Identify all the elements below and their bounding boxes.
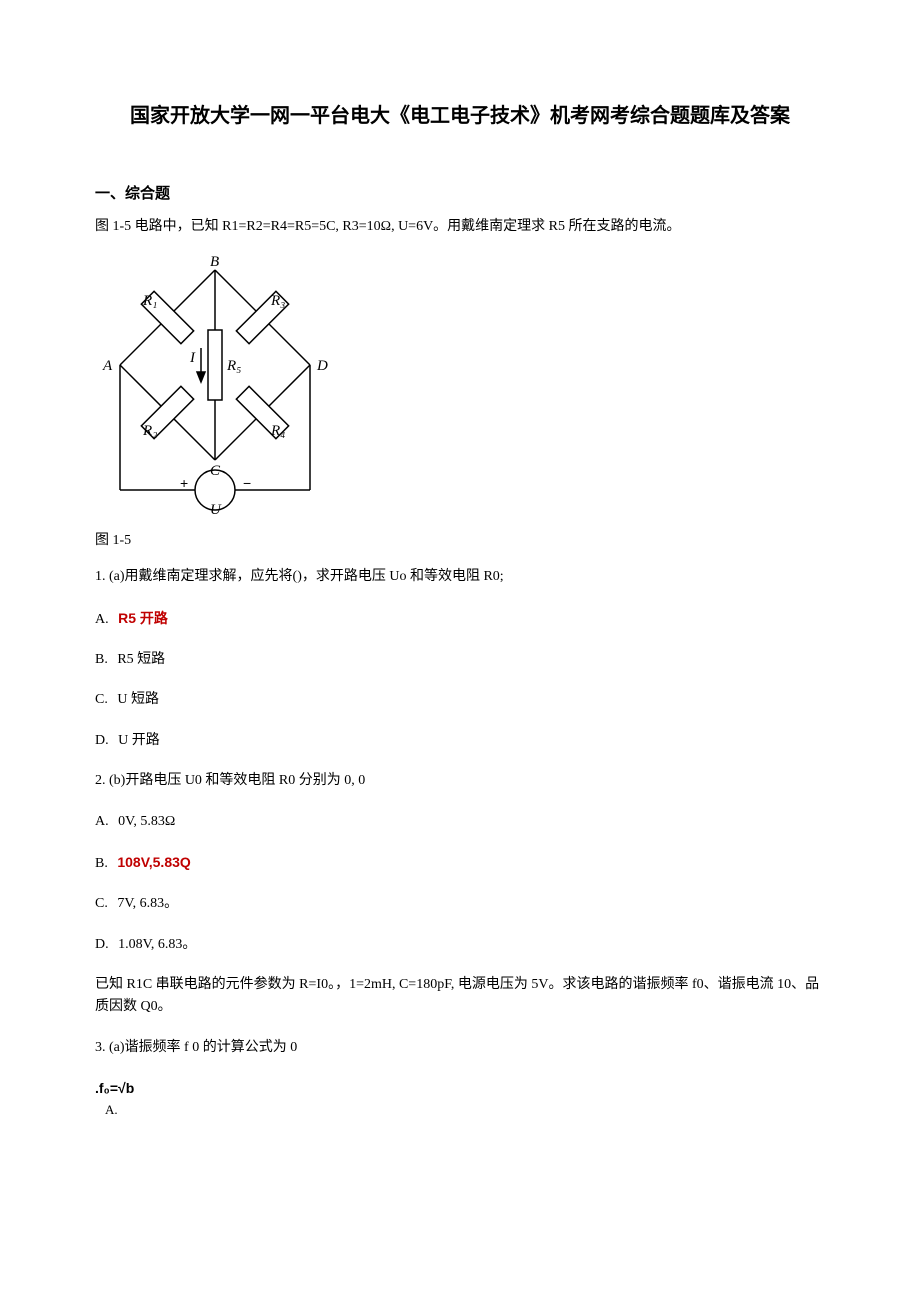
q3-option-a-label: A. [105, 1100, 825, 1121]
option-text: U 短路 [117, 692, 159, 707]
question-3: 3. (a)谐振频率 f 0 的计算公式为 0 .f₀=√b A. [95, 1037, 825, 1121]
r4-label: R₄ [270, 423, 285, 439]
q3-option-a-formula: .f₀=√b [95, 1077, 825, 1099]
page-title: 国家开放大学一网一平台电大《电工电子技术》机考网考综合题题库及答案 [95, 100, 825, 132]
option-label: B. [95, 856, 108, 871]
r1-label: R₁ [142, 293, 157, 309]
option-text: 108V,5.83Q [117, 854, 190, 870]
option-label: B. [95, 652, 108, 667]
q1-stem: 1. (a)用戴维南定理求解，应先将()，求开路电压 Uo 和等效电阻 R0; [95, 566, 825, 588]
q2-stem: 2. (b)开路电压 U0 和等效电阻 R0 分别为 0, 0 [95, 770, 825, 792]
r3-label: R₃ [270, 293, 285, 309]
q2-option-a: A. 0V, 5.83Ω [95, 811, 825, 833]
option-label: D. [95, 937, 109, 952]
q2-option-b: B. 108V,5.83Q [95, 851, 825, 875]
node-b-label: B [210, 254, 219, 270]
section-heading: 一、综合题 [95, 182, 825, 206]
plus-terminal: + [180, 475, 188, 491]
option-text: 1.08V, 6.83。 [118, 937, 196, 952]
circuit-diagram: B A D C R₁ R₃ R₂ R₄ R₅ I U + − [95, 250, 335, 515]
option-text: 0V, 5.83Ω [118, 814, 175, 829]
q2-option-c: C. 7V, 6.83。 [95, 893, 825, 915]
q3-stem: 3. (a)谐振频率 f 0 的计算公式为 0 [95, 1037, 825, 1059]
question-2: 2. (b)开路电压 U0 和等效电阻 R0 分别为 0, 0 A. 0V, 5… [95, 770, 825, 956]
context-paragraph-2: 已知 R1C 串联电路的元件参数为 R=I0。，1=2mH, C=180pF, … [95, 974, 825, 1019]
u-label: U [210, 502, 222, 515]
intro-paragraph: 图 1-5 电路中，已知 R1=R2=R4=R5=5C, R3=10Ω, U=6… [95, 216, 825, 238]
q2-option-d: D. 1.08V, 6.83。 [95, 934, 825, 956]
node-d-label: D [316, 358, 328, 374]
minus-terminal: − [243, 475, 251, 491]
q1-option-c: C. U 短路 [95, 689, 825, 711]
q1-option-d: D. U 开路 [95, 730, 825, 752]
option-text: R5 短路 [117, 652, 165, 667]
option-label: A. [95, 612, 109, 627]
option-label: C. [95, 692, 108, 707]
r2-label: R₂ [142, 423, 157, 439]
q1-option-a: A. R5 开路 [95, 607, 825, 631]
i-label: I [189, 350, 196, 366]
node-c-label: C [210, 463, 221, 479]
node-a-label: A [102, 358, 113, 374]
option-text: U 开路 [118, 733, 160, 748]
q1-option-b: B. R5 短路 [95, 649, 825, 671]
option-label: D. [95, 733, 109, 748]
option-text: 7V, 6.83。 [117, 896, 178, 911]
question-1: 1. (a)用戴维南定理求解，应先将()，求开路电压 Uo 和等效电阻 R0; … [95, 566, 825, 752]
option-label: C. [95, 896, 108, 911]
r5-label: R₅ [226, 358, 241, 374]
option-text: R5 开路 [118, 610, 168, 626]
figure-caption: 图 1-5 [95, 530, 825, 552]
option-label: A. [95, 814, 109, 829]
